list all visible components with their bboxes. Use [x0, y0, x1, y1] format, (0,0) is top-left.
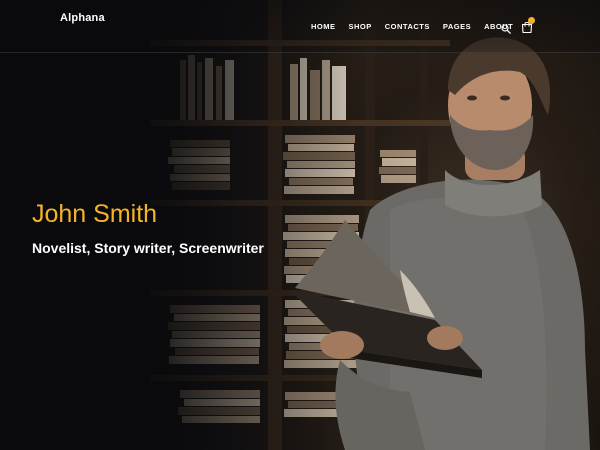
hero-title: John Smith [32, 200, 158, 228]
site-logo[interactable]: Alphana [60, 12, 105, 24]
nav-item-home[interactable]: HOME [311, 22, 336, 31]
nav-item-contacts[interactable]: CONTACTS [385, 22, 430, 31]
nav-item-shop[interactable]: SHOP [349, 22, 372, 31]
page: Alphana HOME SHOP CONTACTS PAGES ABOUT J… [0, 0, 600, 450]
hero-subtitle: Novelist, Story writer, Screenwriter [32, 240, 264, 256]
main-navigation: HOME SHOP CONTACTS PAGES ABOUT [311, 22, 513, 31]
nav-item-pages[interactable]: PAGES [443, 22, 471, 31]
site-header: Alphana HOME SHOP CONTACTS PAGES ABOUT [0, 0, 600, 53]
cart-badge [528, 17, 535, 24]
man-reading-book-illustration [290, 37, 590, 450]
search-icon[interactable] [501, 21, 511, 34]
